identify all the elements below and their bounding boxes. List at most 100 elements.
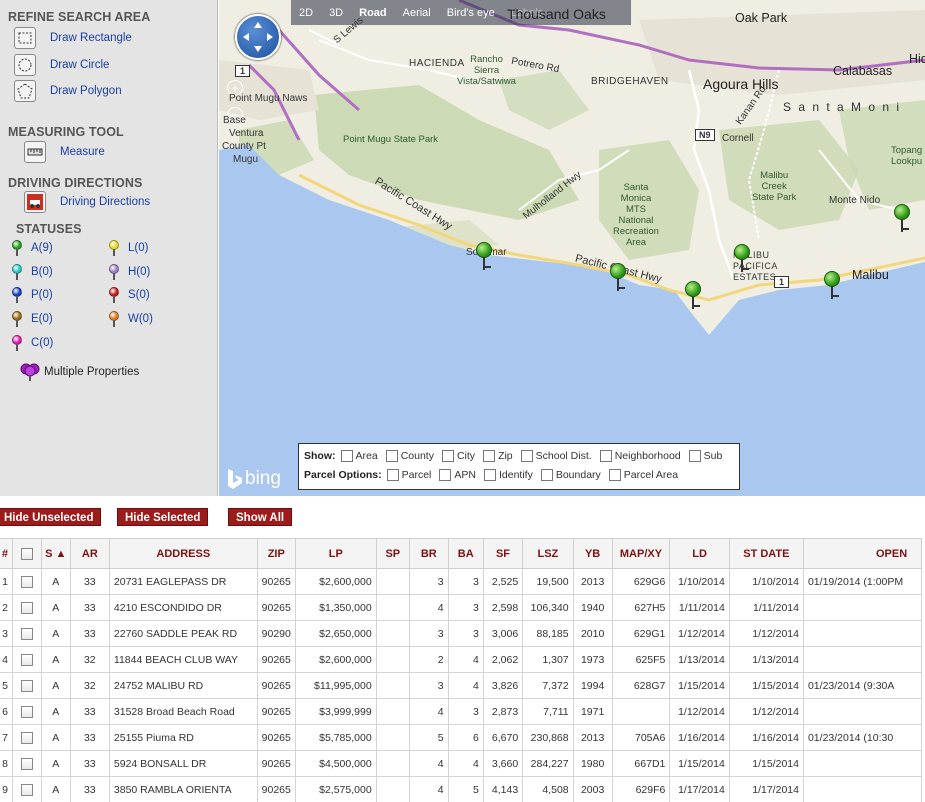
checkbox[interactable] xyxy=(385,450,398,462)
table-row[interactable]: 7 A 33 25155 Piuma RD 90265 $5,785,000 5 6 6,670… xyxy=(0,724,923,751)
map-pin[interactable] xyxy=(894,204,912,234)
row-select-cell[interactable] xyxy=(11,776,42,802)
map-pin[interactable] xyxy=(734,244,752,274)
parcel-option[interactable]: Parcel xyxy=(386,469,431,481)
status-p[interactable]: P(0) xyxy=(11,287,53,303)
col-header-sf[interactable]: SF xyxy=(482,538,524,569)
table-row[interactable]: 9 A 33 3850 RAMBLA ORIENTA 90265 $2,575,000 4 5… xyxy=(0,776,923,802)
apn-option[interactable]: APN xyxy=(439,469,476,481)
row-select-cell[interactable] xyxy=(11,724,42,751)
col-header-status[interactable]: S ▲ xyxy=(40,538,71,569)
map-pin[interactable] xyxy=(824,271,842,301)
draw-circle-tool[interactable]: Draw Circle xyxy=(14,54,109,76)
draw-polygon-tool[interactable]: Draw Polygon xyxy=(14,80,122,102)
show-sub-option[interactable]: Sub xyxy=(688,450,722,462)
checkbox[interactable] xyxy=(688,450,701,462)
measure-tool[interactable]: Measure xyxy=(24,141,105,163)
checkbox[interactable] xyxy=(439,469,452,481)
row-checkbox[interactable] xyxy=(20,679,33,692)
row-select-cell[interactable] xyxy=(11,750,42,777)
table-row[interactable]: 4 A 32 11844 BEACH CLUB WAY 90265 $2,600,000 2… xyxy=(0,646,923,673)
col-header-st-date[interactable]: ST DATE xyxy=(728,538,804,569)
row-checkbox[interactable] xyxy=(20,783,33,796)
status-b[interactable]: B(0) xyxy=(11,264,53,280)
col-header-lsz[interactable]: LSZ xyxy=(522,538,574,569)
boundary-option[interactable]: Boundary xyxy=(540,469,601,481)
tab-birds-eye[interactable]: Bird's eye xyxy=(439,7,503,19)
map-view[interactable]: 2D 3D Road Aerial Bird's eye Labels + − … xyxy=(219,0,925,496)
status-e[interactable]: E(0) xyxy=(11,311,53,327)
col-header-br[interactable]: BR xyxy=(408,538,449,569)
col-header-sp[interactable]: SP xyxy=(375,538,410,569)
row-select-cell[interactable] xyxy=(11,698,42,725)
row-checkbox[interactable] xyxy=(20,731,33,744)
hide-selected-button[interactable]: Hide Selected xyxy=(117,508,209,526)
status-s[interactable]: S(0) xyxy=(108,287,150,303)
tab-aerial[interactable]: Aerial xyxy=(395,7,439,19)
row-checkbox[interactable] xyxy=(20,575,33,588)
show-all-button[interactable]: Show All xyxy=(228,508,293,526)
draw-rectangle-tool[interactable]: Draw Rectangle xyxy=(14,27,132,49)
parcel-area-option[interactable]: Parcel Area xyxy=(608,469,678,481)
checkbox[interactable] xyxy=(340,450,353,462)
draw-rectangle-link[interactable]: Draw Rectangle xyxy=(50,32,132,44)
col-header-ba[interactable]: BA xyxy=(447,538,484,569)
draw-polygon-link[interactable]: Draw Polygon xyxy=(50,85,122,97)
status-c[interactable]: C(0) xyxy=(11,335,53,351)
identify-option[interactable]: Identify xyxy=(483,469,533,481)
checkbox[interactable] xyxy=(441,450,454,462)
col-header-select[interactable] xyxy=(11,538,42,569)
pan-control[interactable] xyxy=(235,14,281,60)
checkbox[interactable] xyxy=(520,450,533,462)
row-select-cell[interactable] xyxy=(11,620,42,647)
col-header-address[interactable]: ADDRESS xyxy=(108,538,258,569)
map-pin[interactable] xyxy=(476,242,494,272)
table-row[interactable]: 2 A 33 4210 ESCONDIDO DR 90265 $1,350,000 4 3 2,… xyxy=(0,594,923,621)
col-header-zip[interactable]: ZIP xyxy=(256,538,296,569)
status-w[interactable]: W(0) xyxy=(108,311,153,327)
row-checkbox[interactable] xyxy=(20,757,33,770)
tab-3d[interactable]: 3D xyxy=(321,7,351,19)
col-header-ar[interactable]: AR xyxy=(69,538,110,569)
row-select-cell[interactable] xyxy=(11,646,42,673)
checkbox[interactable] xyxy=(386,469,399,481)
measure-link[interactable]: Measure xyxy=(60,146,105,158)
row-select-cell[interactable] xyxy=(11,594,42,621)
row-checkbox[interactable] xyxy=(20,653,33,666)
row-select-cell[interactable] xyxy=(11,568,42,595)
row-select-cell[interactable] xyxy=(11,672,42,699)
row-checkbox[interactable] xyxy=(20,601,33,614)
hide-unselected-button[interactable]: Hide Unselected xyxy=(0,508,102,526)
draw-circle-link[interactable]: Draw Circle xyxy=(50,59,109,71)
show-school-option[interactable]: School Dist. xyxy=(520,450,592,462)
status-l[interactable]: L(0) xyxy=(108,240,148,256)
checkbox[interactable] xyxy=(599,450,612,462)
show-county-option[interactable]: County xyxy=(385,450,434,462)
table-row[interactable]: 6 A 33 31528 Broad Beach Road 90265 $3,999,99… xyxy=(0,698,923,725)
col-header-ld[interactable]: LD xyxy=(669,538,730,569)
row-checkbox[interactable] xyxy=(20,627,33,640)
map-pin[interactable] xyxy=(610,263,628,293)
checkbox[interactable] xyxy=(540,469,553,481)
col-header-map[interactable]: MAP/XY xyxy=(611,538,671,569)
col-header-num[interactable]: # xyxy=(0,538,13,569)
select-all-checkbox[interactable] xyxy=(20,547,33,560)
show-neighborhood-option[interactable]: Neighborhood xyxy=(599,450,681,462)
checkbox[interactable] xyxy=(483,450,496,462)
col-header-open[interactable]: OPEN xyxy=(802,538,923,569)
table-row[interactable]: 8 A 33 5924 BONSALL DR 90265 $4,500,000 4 4 3,66… xyxy=(0,750,923,777)
col-header-yb[interactable]: YB xyxy=(572,538,613,569)
checkbox[interactable] xyxy=(483,469,496,481)
driving-directions-tool[interactable]: Driving Directions xyxy=(24,191,150,213)
map-pin[interactable] xyxy=(685,281,703,311)
checkbox[interactable] xyxy=(608,469,621,481)
show-city-option[interactable]: City xyxy=(441,450,475,462)
table-row[interactable]: 1 A 33 20731 EAGLEPASS DR 90265 $2,600,000 3 3 2… xyxy=(0,568,923,595)
show-area-option[interactable]: Area xyxy=(340,450,378,462)
col-header-lp[interactable]: LP xyxy=(294,538,377,569)
row-checkbox[interactable] xyxy=(20,705,33,718)
tab-2d[interactable]: 2D xyxy=(291,7,321,19)
table-row[interactable]: 5 A 32 24752 MALIBU RD 90265 $11,995,000 3 4 3,8… xyxy=(0,672,923,699)
table-row[interactable]: 3 A 33 22760 SADDLE PEAK RD 90290 $2,650,000 3… xyxy=(0,620,923,647)
status-h[interactable]: H(0) xyxy=(108,264,150,280)
